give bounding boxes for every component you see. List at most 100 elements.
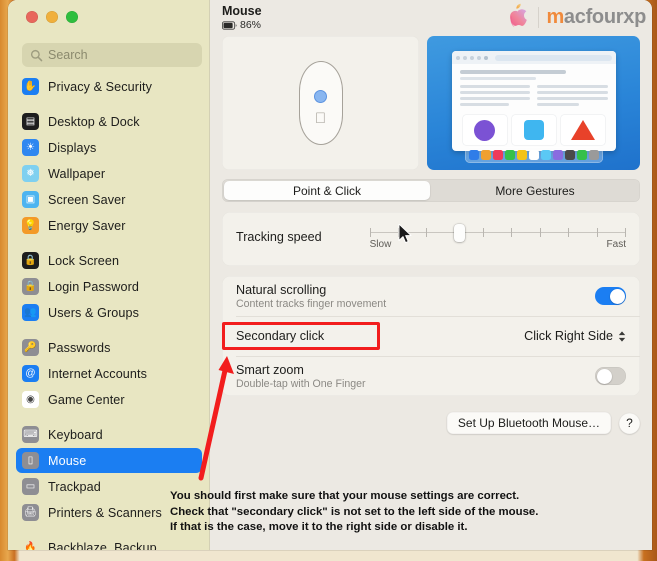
sidebar-item-screen-saver[interactable]: ▣ Screen Saver <box>16 187 202 212</box>
sidebar-group-separator <box>8 239 210 248</box>
preview-content <box>452 64 616 151</box>
apple-logo-icon:  <box>315 111 326 126</box>
sidebar-item-mouse[interactable]: ▯ Mouse <box>16 448 202 473</box>
sidebar-item-label: Privacy & Security <box>48 79 152 94</box>
preview-shape-square <box>511 115 556 145</box>
users-groups-icon: 👥 <box>22 304 39 321</box>
sidebar-item-lock-screen[interactable]: 🔒 Lock Screen <box>16 248 202 273</box>
login-password-icon: 🔒 <box>22 278 39 295</box>
natural-scrolling-title: Natural scrolling <box>236 282 327 297</box>
system-settings-window: Search ✋ Privacy & Security ▤ Desktop & Doc… <box>8 0 652 550</box>
mouse-outline:  <box>298 61 343 145</box>
sidebar-group-separator <box>8 326 210 335</box>
setup-bluetooth-mouse-button[interactable]: Set Up Bluetooth Mouse… <box>446 412 611 434</box>
screen-saver-icon: ▣ <box>22 191 39 208</box>
preview-text-line <box>537 97 608 100</box>
sidebar-item-label: Game Center <box>48 392 125 407</box>
sidebar-item-users-groups[interactable]: 👥 Users & Groups <box>16 300 202 325</box>
game-center-icon: ◉ <box>22 391 39 408</box>
macfourxp-watermark: macfourxp <box>505 2 646 32</box>
main-panel: Mouse 86% macfourxp Point & Click More G… <box>210 0 652 550</box>
sidebar-item-login-password[interactable]: 🔒 Login Password <box>16 274 202 299</box>
preview-text-line <box>459 91 530 94</box>
gesture-video-preview[interactable] <box>427 36 640 170</box>
sidebar-item-privacy-security[interactable]: ✋ Privacy & Security <box>16 74 202 99</box>
tracking-speed-slider[interactable]: Slow Fast <box>369 222 626 252</box>
battery-status: 86% <box>222 19 262 31</box>
preview-heading-line <box>459 70 567 74</box>
slider-tick <box>369 228 371 237</box>
sidebar-item-label: Printers & Scanners <box>48 505 162 520</box>
preview-browser-window <box>451 51 616 151</box>
smart-zoom-toggle[interactable] <box>595 367 626 385</box>
sidebar-group: 🔒 Lock Screen 🔒 Login Password 👥 Users & Grou… <box>8 248 210 325</box>
dock-icon <box>480 150 491 160</box>
close-button[interactable] <box>26 11 38 23</box>
preview-text-line <box>537 85 608 88</box>
energy-saver-icon: 💡 <box>22 217 39 234</box>
sidebar-group-separator <box>8 413 210 422</box>
printers-scanners-icon: 🖨 <box>22 504 39 521</box>
preview-column <box>537 85 608 109</box>
secondary-click-popup[interactable]: Click Right Side <box>524 329 626 343</box>
preview-url-bar <box>494 54 612 61</box>
sidebar-item-keyboard[interactable]: ⌨ Keyboard <box>16 422 202 447</box>
sidebar-group: ✋ Privacy & Security <box>8 74 210 99</box>
preview-shape-triangle <box>560 115 605 145</box>
row-natural-scrolling[interactable]: Natural scrolling Content tracks finger … <box>222 276 640 316</box>
preview-dot <box>483 55 488 60</box>
sidebar-item-game-center[interactable]: ◉ Game Center <box>16 387 202 412</box>
sidebar-item-desktop-dock[interactable]: ▤ Desktop & Dock <box>16 109 202 134</box>
sidebar-item-label: Passwords <box>48 340 111 355</box>
mouse-indicator-dot <box>314 90 327 103</box>
annotation-text: You should first make sure that your mou… <box>170 490 539 533</box>
sidebar-item-energy-saver[interactable]: 💡 Energy Saver <box>16 213 202 238</box>
sidebar-group: 🔑 Passwords @ Internet Accounts ◉ Game Center <box>8 335 210 412</box>
slider-thumb[interactable] <box>454 224 466 242</box>
help-button[interactable]: ? <box>619 412 640 434</box>
wallpaper-icon: ❅ <box>22 165 39 182</box>
preview-dot <box>455 55 460 60</box>
preview-dock <box>464 147 603 163</box>
sidebar-group-separator <box>8 100 210 109</box>
preview-text-line <box>537 103 580 106</box>
preview-row:  <box>210 34 652 170</box>
sidebar-item-wallpaper[interactable]: ❅ Wallpaper <box>16 161 202 186</box>
minimize-button[interactable] <box>46 11 58 23</box>
natural-scrolling-toggle[interactable] <box>595 287 626 305</box>
sidebar-item-label: Trackpad <box>48 479 101 494</box>
backblaze-flame-icon: 🔥 <box>24 541 37 550</box>
search-input[interactable]: Search <box>22 43 202 67</box>
device-header: Mouse 86% macfourxp <box>210 0 652 34</box>
slider-tick <box>426 228 428 237</box>
sidebar-item-backblaze-backup[interactable]: 🔥 Backblaze_Backup <box>16 535 202 551</box>
tab-more-gestures[interactable]: More Gestures <box>432 181 638 200</box>
mouse-icon: ▯ <box>22 452 39 469</box>
sidebar-item-displays[interactable]: ☀ Displays <box>16 135 202 160</box>
row-secondary-click[interactable]: Secondary click Click Right Side <box>222 316 640 356</box>
preview-shapes <box>460 115 608 145</box>
watermark-text: macfourxp <box>546 6 646 29</box>
passwords-icon: 🔑 <box>22 339 39 356</box>
slider-tick <box>596 228 598 237</box>
window-traffic-lights <box>26 11 78 23</box>
sidebar-item-label: Desktop & Dock <box>48 114 140 129</box>
click-settings-group: Natural scrolling Content tracks finger … <box>222 276 640 396</box>
internet-accounts-icon: @ <box>22 365 39 382</box>
slider-tick <box>539 228 541 237</box>
sidebar-item-label: Keyboard <box>48 427 103 442</box>
sidebar-item-passwords[interactable]: 🔑 Passwords <box>16 335 202 360</box>
segmented-tabs: Point & Click More Gestures <box>222 179 640 202</box>
trackpad-icon: ▭ <box>22 478 39 495</box>
sidebar-item-internet-accounts[interactable]: @ Internet Accounts <box>16 361 202 386</box>
row-smart-zoom[interactable]: Smart zoom Double-tap with One Finger <box>222 356 640 396</box>
lock-screen-icon: 🔒 <box>22 252 39 269</box>
dock-icon <box>516 150 527 160</box>
sidebar-item-label: Internet Accounts <box>48 366 148 381</box>
zoom-button[interactable] <box>66 11 78 23</box>
tracking-speed-row: Tracking speed Slow Fast <box>222 212 640 266</box>
natural-scrolling-subtitle: Content tracks finger movement <box>236 297 387 310</box>
slider-tick <box>483 228 485 237</box>
tab-point-and-click[interactable]: Point & Click <box>224 181 430 200</box>
apple-logo-icon <box>510 3 528 28</box>
